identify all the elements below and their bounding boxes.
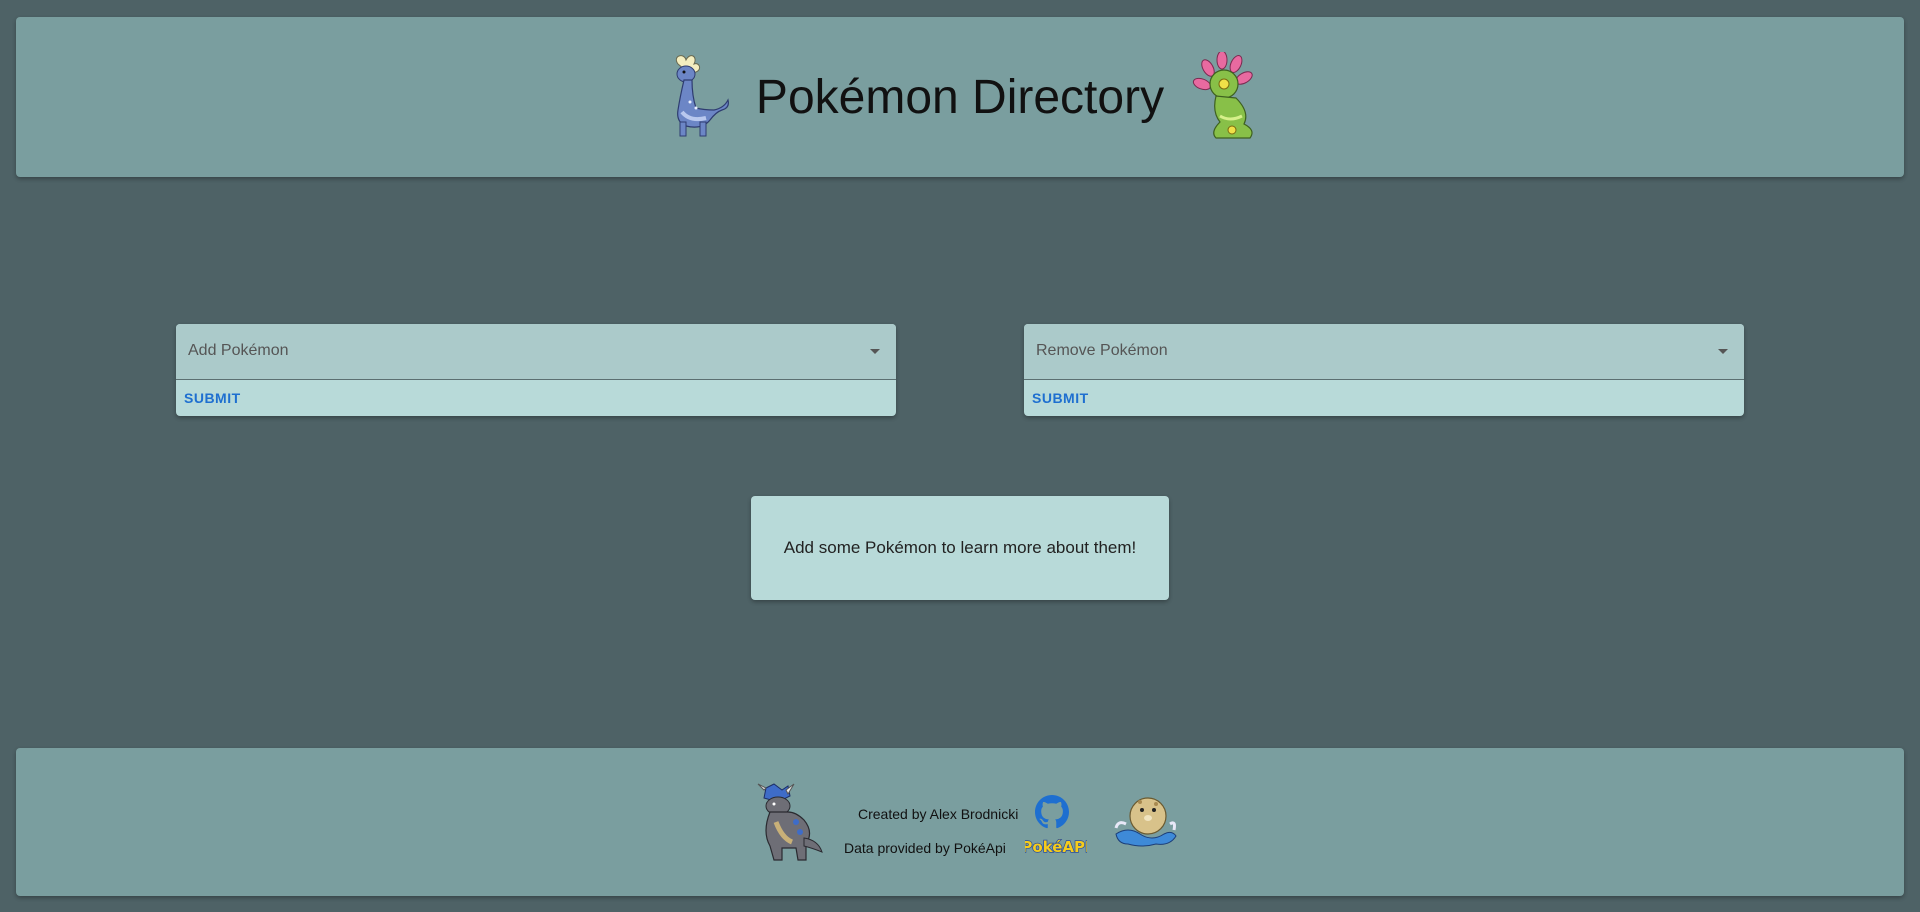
footer-content: Created by Alex Brodnicki Data provided … xyxy=(752,782,1192,866)
info-message-card: Add some Pokémon to learn more about the… xyxy=(751,496,1169,600)
created-by-text: Created by Alex Brodnicki xyxy=(858,806,1019,822)
chevron-down-icon[interactable] xyxy=(870,349,880,354)
add-pokemon-placeholder: Add Pokémon xyxy=(188,342,289,359)
data-provided-text: Data provided by PokéApi xyxy=(844,840,1006,856)
header-content: Pokémon Directory xyxy=(650,52,1270,142)
remove-submit-button[interactable]: SUBMIT xyxy=(1024,380,1097,416)
add-pokemon-select[interactable]: Add Pokémon xyxy=(176,324,896,380)
cradily-sprite-icon xyxy=(1192,52,1253,139)
amaura-sprite-icon xyxy=(675,55,729,137)
header-bar: Pokémon Directory xyxy=(16,17,1904,177)
remove-pokemon-card: Remove Pokémon SUBMIT xyxy=(1024,324,1744,416)
info-message: Add some Pokémon to learn more about the… xyxy=(783,538,1137,557)
pokeapi-logo-icon[interactable]: PokéAPI xyxy=(1025,834,1087,858)
svg-text:PokéAPI: PokéAPI xyxy=(1025,838,1087,856)
github-icon[interactable] xyxy=(1035,795,1069,829)
add-pokemon-card: Add Pokémon SUBMIT xyxy=(176,324,896,416)
rampardos-sprite-icon xyxy=(757,783,823,861)
add-submit-button[interactable]: SUBMIT xyxy=(176,380,249,416)
chevron-down-icon[interactable] xyxy=(1718,349,1728,354)
remove-pokemon-select[interactable]: Remove Pokémon xyxy=(1024,324,1744,380)
footer-bar: Created by Alex Brodnicki Data provided … xyxy=(16,748,1904,896)
page-title: Pokémon Directory xyxy=(755,70,1165,124)
remove-pokemon-placeholder: Remove Pokémon xyxy=(1036,342,1168,359)
spheal-sprite-icon xyxy=(1114,797,1177,847)
